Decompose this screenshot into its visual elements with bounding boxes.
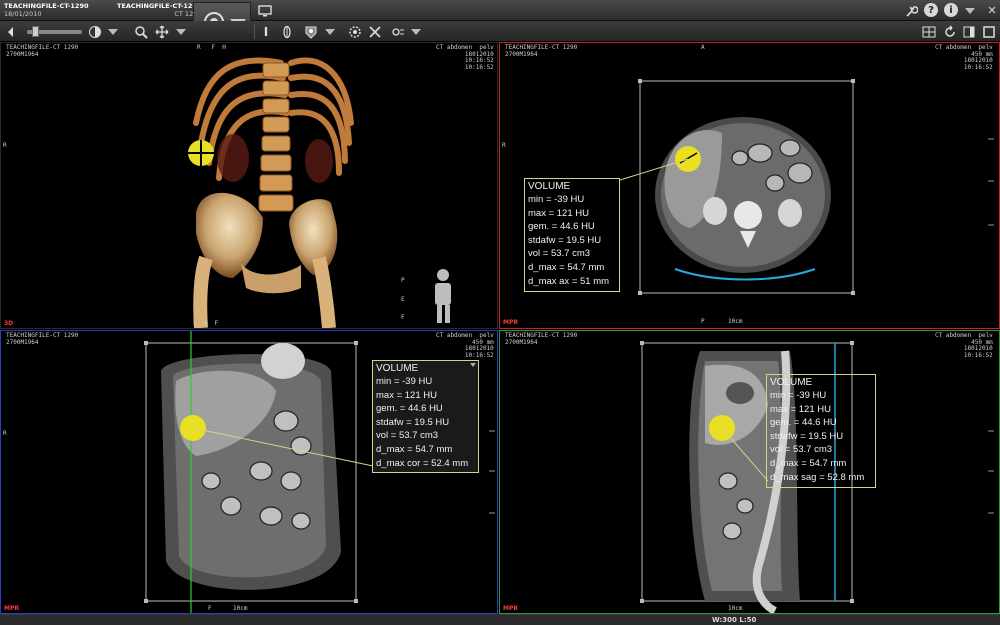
measurement-volume: vol = 53.7 cm3 [770, 444, 833, 456]
measurement-title: VOLUME [376, 363, 419, 374]
layout-icon[interactable] [4, 23, 22, 40]
window-level-icon[interactable] [86, 23, 104, 40]
measurement-dmax: d_max = 54.7 mm [770, 457, 847, 469]
title-bar: TEACHINGFILE-CT-1290 18/01/2010 TEACHING… [0, 0, 1000, 21]
box-menu-icon[interactable] [470, 363, 476, 367]
viewport-axial[interactable]: TEACHINGFILE-CT 1290 2700M1964 A CT abdo… [499, 42, 1000, 329]
wl-chevron-down-icon[interactable] [108, 29, 118, 35]
measurement-volume: vol = 53.7 cm3 [376, 430, 439, 442]
viewport-mode-label: 3D [4, 320, 14, 327]
opacity-slider-handle[interactable] [32, 26, 39, 37]
overlay-top-left: TEACHINGFILE-CT 1290 2700M1964 [6, 44, 79, 58]
overlay-top-right: CT abdomen pelv 450 mm 18012010 10:16:52 [436, 332, 494, 359]
tools-toolbar: I [0, 21, 1000, 42]
measurement-dmax-cor: d_max cor = 52.4 mm [376, 457, 469, 469]
viewport-3d[interactable]: TEACHINGFILE-CT 1290 2700M1964 R F H CT … [0, 42, 498, 329]
volume-rendering [188, 57, 451, 328]
overlay-top-left: TEACHINGFILE-CT 1290 2700M1964 [6, 332, 79, 346]
reset-icon[interactable] [941, 23, 959, 40]
measurement-dmax-sag: d_max sag = 52.8 mm [770, 471, 865, 483]
volume-measurement-box[interactable]: VOLUME min = -39 HU max = 121 HU gem. = … [372, 360, 479, 473]
measurement-max: max = 121 HU [770, 403, 831, 415]
side-marker-left: R [502, 142, 506, 149]
patient-info-left: TEACHINGFILE-CT-1290 18/01/2010 [4, 2, 88, 18]
side-marker-f: F [401, 314, 405, 321]
viewer-app: TEACHINGFILE-CT-1290 18/01/2010 TEACHING… [0, 0, 1000, 625]
monitor-icon[interactable] [256, 2, 274, 19]
layout-grid-icon[interactable] [920, 23, 938, 40]
patient-name-left: TEACHINGFILE-CT-1290 [4, 2, 89, 10]
window-level-readout: W:300 L:50 [712, 616, 757, 624]
orientation-top: R F H [197, 44, 226, 51]
measurement-mean: gem. = 44.6 HU [376, 403, 443, 415]
wrench-icon[interactable] [902, 2, 920, 19]
volume-chevron-down-icon[interactable] [325, 29, 335, 35]
info-icon[interactable]: i [944, 3, 958, 17]
cine-icon[interactable] [389, 23, 407, 40]
measurement-stddev: stdafw = 19.5 HU [528, 234, 602, 246]
cursor-icon[interactable]: I [257, 23, 275, 40]
cine-chevron-down-icon[interactable] [411, 29, 421, 35]
measurement-min: min = -39 HU [770, 390, 827, 401]
orientation-bottom: L A F [193, 320, 219, 327]
measurement-title: VOLUME [770, 377, 813, 388]
measurement-dmax-ax: d_max ax = 51 mm [528, 275, 610, 287]
overlay-top-right: CT abdomen pelv 18012010 10:16:52 10:16:… [436, 44, 494, 71]
close-icon[interactable]: ✕ [983, 2, 1000, 19]
volume-measurement-box[interactable]: VOLUME min = -39 HU max = 121 HU gem. = … [524, 178, 620, 292]
measurement-mean: gem. = 44.6 HU [528, 221, 595, 233]
scale-label: 10cm [233, 605, 248, 612]
overlay-top-left: TEACHINGFILE-CT 1290 2700M1964 [505, 332, 578, 346]
viewport-coronal[interactable]: TEACHINGFILE-CT 1290 2700M1964 CT abdome… [0, 330, 498, 614]
patient-id: CT 1290 [174, 10, 202, 18]
measurement-dmax: d_max = 54.7 mm [376, 443, 453, 455]
anatomy-icon[interactable] [278, 23, 296, 40]
measurement-volume: vol = 53.7 cm3 [528, 248, 591, 260]
panel-icon[interactable] [960, 23, 978, 40]
overlay-top-right: CT abdomen pelv 450 mm 18012010 10:16:52 [935, 332, 993, 359]
help-icon[interactable]: ? [924, 3, 938, 17]
menu-chevron-down-icon[interactable] [965, 8, 975, 14]
study-date: 18/01/2010 [4, 10, 42, 18]
side-marker-e: E [401, 296, 405, 303]
volume-icon[interactable] [302, 23, 320, 40]
measurement-min: min = -39 HU [376, 376, 433, 387]
measurement-min: min = -39 HU [528, 194, 585, 205]
patient-info-right: TEACHINGFILE-CT-1290 CT 1290 [117, 2, 201, 18]
viewport-mode-label: MPR [4, 605, 19, 612]
tools-icon[interactable] [346, 23, 364, 40]
orientation-bottom: P [701, 318, 705, 325]
viewport-mode-label: MPR [503, 605, 518, 612]
scale-label: 10cm [728, 605, 743, 612]
volume-measurement-box[interactable]: VOLUME min = -39 HU max = 121 HU gem. = … [766, 374, 876, 488]
pan-icon[interactable] [153, 23, 171, 40]
orientation-top: A [701, 44, 705, 51]
overlay-top-right: CT abdomen pelv 450 mm 18012010 10:16:52 [935, 44, 993, 71]
scale-label: 10cm [728, 318, 743, 325]
cut-icon[interactable] [366, 23, 384, 40]
measurement-stddev: stdafw = 19.5 HU [770, 430, 844, 442]
fullscreen-icon[interactable] [980, 23, 998, 40]
sagittal-slice-image [640, 341, 994, 613]
measurement-dmax: d_max = 54.7 mm [528, 261, 605, 273]
pan-chevron-down-icon[interactable] [176, 29, 186, 35]
measurement-mean: gem. = 44.6 HU [770, 417, 837, 429]
measurement-max: max = 121 HU [376, 389, 437, 401]
side-marker-p: P [401, 277, 405, 284]
measurement-max: max = 121 HU [528, 207, 589, 219]
side-marker-left: R [3, 430, 7, 437]
zoom-icon[interactable] [132, 23, 150, 40]
overlay-top-left: TEACHINGFILE-CT 1290 2700M1964 [505, 44, 578, 58]
measurement-stddev: stdafw = 19.5 HU [376, 416, 450, 428]
measurement-title: VOLUME [528, 181, 571, 192]
status-bar: W:300 L:50 [0, 614, 1000, 625]
viewport-sagittal[interactable]: TEACHINGFILE-CT 1290 2700M1964 CT abdome… [499, 330, 1000, 614]
orientation-bottom: F [208, 605, 212, 612]
side-marker-left: R [3, 142, 7, 149]
patient-name-right: TEACHINGFILE-CT-1290 [117, 2, 202, 10]
viewport-mode-label: MPR [503, 319, 518, 326]
